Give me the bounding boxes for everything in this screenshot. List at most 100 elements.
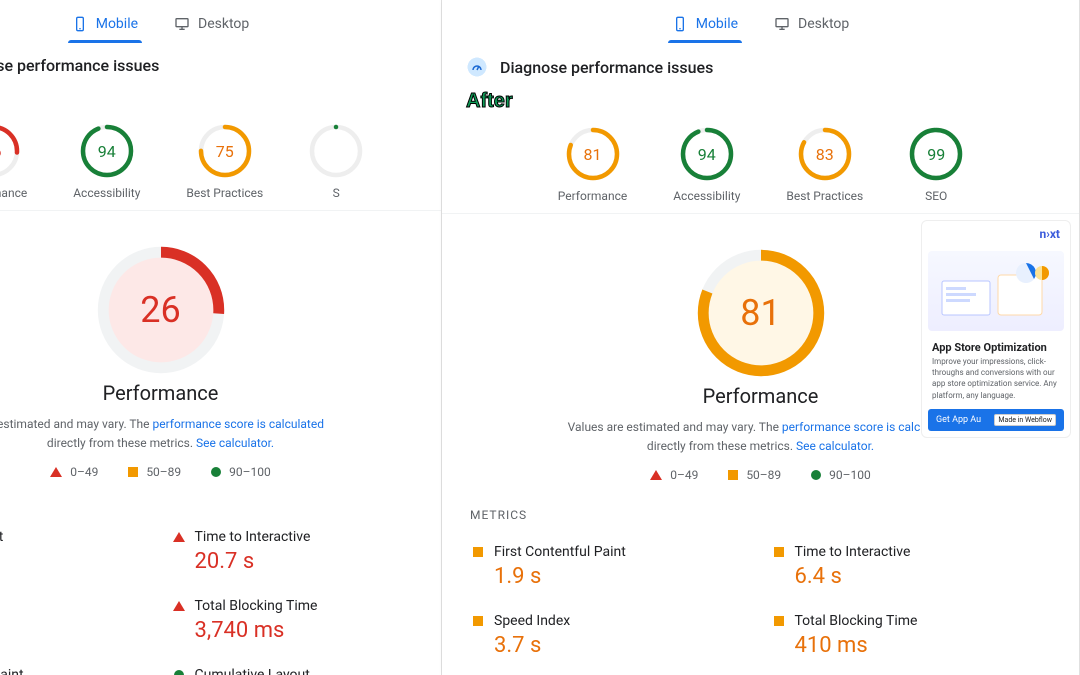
promo-image (928, 251, 1064, 331)
legend-high-icon (811, 470, 821, 480)
score-performance: 26Performance (0, 124, 27, 200)
promo-desc: Improve your impressions, click-throughs… (922, 356, 1070, 407)
promo-title: App Store Optimization (922, 335, 1070, 356)
promo-brand: n›xt (922, 221, 1070, 247)
legend-low-icon (50, 467, 62, 477)
metric-title: ontentful Paint (0, 667, 24, 675)
score-legend: 0–49 50–89 90–100 (442, 456, 1079, 488)
metric-title: Time to Interactive (795, 544, 911, 560)
gauge-icon (309, 124, 363, 178)
metrics-before: entful Paint Time to Interactive 20.7 s lex… (0, 515, 441, 675)
score-best practices: 75Best Practices (186, 124, 263, 200)
metrics-heading: METRICS (442, 488, 1079, 530)
tab-desktop[interactable]: Desktop (170, 10, 253, 42)
metric-si: Speed Index 3.7 s (460, 599, 761, 668)
metric-value: 1.9 s (494, 564, 626, 589)
big-score-label: Performance (0, 381, 441, 405)
metric-value: 20.7 s (195, 549, 311, 574)
metric-lcp: Largest Contentful Paint2.5 s (460, 668, 761, 675)
square-icon (774, 616, 784, 626)
metric-cls: Cumulative Layout Shift0.005 (761, 668, 1062, 675)
after-tag: After (466, 90, 1079, 113)
link-see-calculator[interactable]: See calculator. (196, 436, 274, 450)
tab-mobile-label: Mobile (696, 16, 738, 32)
big-score-value: 81 (696, 248, 826, 378)
tab-mobile[interactable]: Mobile (668, 10, 742, 42)
metric-value: 3,740 ms (195, 618, 318, 643)
tab-desktop-label: Desktop (798, 16, 849, 32)
metric-lcp: ontentful Paint (0, 653, 161, 675)
promo-card[interactable]: n›xt App Store Optimization Improve your… (921, 220, 1071, 438)
metric-tti: Time to Interactive 20.7 s (161, 515, 424, 584)
score-best practices: 83Best Practices (786, 127, 863, 203)
score-performance: 81Performance (558, 127, 627, 203)
metric-title: Total Blocking Time (795, 613, 918, 629)
square-icon (473, 616, 483, 626)
score-explanation: estimated and may vary. The performance … (0, 405, 441, 453)
tab-desktop[interactable]: Desktop (770, 10, 853, 42)
legend-high-icon (211, 467, 221, 477)
tab-mobile-label: Mobile (96, 16, 138, 32)
gauge-icon: 81 (566, 127, 620, 181)
device-tabs: Mobile Desktop (0, 0, 441, 42)
metric-tbt: Total Blocking Time 3,740 ms (161, 584, 424, 653)
metric-title: Time to Interactive (195, 529, 311, 545)
score-row-before: 26Performance 94Accessibility 75Best Pract… (0, 110, 441, 211)
big-score-value: 26 (96, 245, 226, 375)
legend-low-icon (650, 470, 662, 480)
after-pane: Mobile Desktop Diagnose performance issu… (442, 0, 1080, 675)
metric-value: 3.7 s (494, 633, 570, 658)
before-tag: re (0, 87, 441, 110)
tab-desktop-label: Desktop (198, 16, 249, 32)
gauge-icon: 26 (0, 124, 20, 178)
score-row-after: 81Performance 94Accessibility 83Best Pract… (442, 113, 1079, 214)
diagnose-title: Diagnose performance issues (0, 56, 159, 75)
metric-fcp: entful Paint (0, 515, 161, 584)
metric-title: Speed Index (494, 613, 570, 629)
gauge-icon: 94 (680, 127, 734, 181)
metric-si: lex (0, 584, 161, 653)
promo-button[interactable]: Get App AuMade in Webflow (928, 409, 1064, 431)
before-pane: Mobile Desktop Diagnose performance issu… (0, 0, 442, 675)
metric-title: entful Paint (0, 529, 3, 545)
score-accessibility: 94Accessibility (73, 124, 140, 200)
triangle-icon (173, 601, 185, 611)
gauge-icon (466, 56, 488, 78)
metric-title: First Contentful Paint (494, 544, 626, 560)
diagnose-title: Diagnose performance issues (500, 58, 713, 77)
square-icon (774, 547, 784, 557)
gauge-icon: 99 (909, 127, 963, 181)
gauge-icon: 83 (798, 127, 852, 181)
link-score-calc[interactable]: performance score is calculated (153, 417, 324, 431)
big-score-before: 26 Performance estimated and may vary. T… (0, 211, 441, 485)
diagnose-row: Diagnose performance issues (0, 42, 441, 81)
diagnose-row: Diagnose performance issues (442, 42, 1079, 84)
score-seo: 99SEO (909, 127, 963, 203)
metrics-after: First Contentful Paint 1.9 s Time to Inter… (442, 530, 1079, 675)
gauge-icon: 75 (198, 124, 252, 178)
mobile-icon (672, 16, 688, 32)
metric-value: 410 ms (795, 633, 918, 658)
metric-value: 6.4 s (795, 564, 911, 589)
desktop-icon (774, 16, 790, 32)
metric-title: Cumulative Layout (195, 667, 310, 675)
score-accessibility: 94Accessibility (673, 127, 740, 203)
square-icon (473, 547, 483, 557)
legend-mid-icon (128, 467, 138, 477)
metric-tbt: Total Blocking Time 410 ms (761, 599, 1062, 668)
gauge-icon: 94 (80, 124, 134, 178)
metric-title: Total Blocking Time (195, 598, 318, 614)
mobile-icon (72, 16, 88, 32)
tab-mobile[interactable]: Mobile (68, 10, 142, 42)
score-s: S (309, 124, 363, 200)
webflow-badge: Made in Webflow (994, 414, 1056, 426)
desktop-icon (174, 16, 190, 32)
metric-cls: Cumulative Layout0 (161, 653, 424, 675)
legend-mid-icon (728, 470, 738, 480)
device-tabs: Mobile Desktop (442, 0, 1079, 42)
link-see-calculator[interactable]: See calculator. (796, 439, 874, 453)
circle-icon (174, 670, 184, 675)
triangle-icon (173, 532, 185, 542)
score-legend: 0–49 50–89 90–100 (0, 453, 441, 485)
metric-fcp: First Contentful Paint 1.9 s (460, 530, 761, 599)
